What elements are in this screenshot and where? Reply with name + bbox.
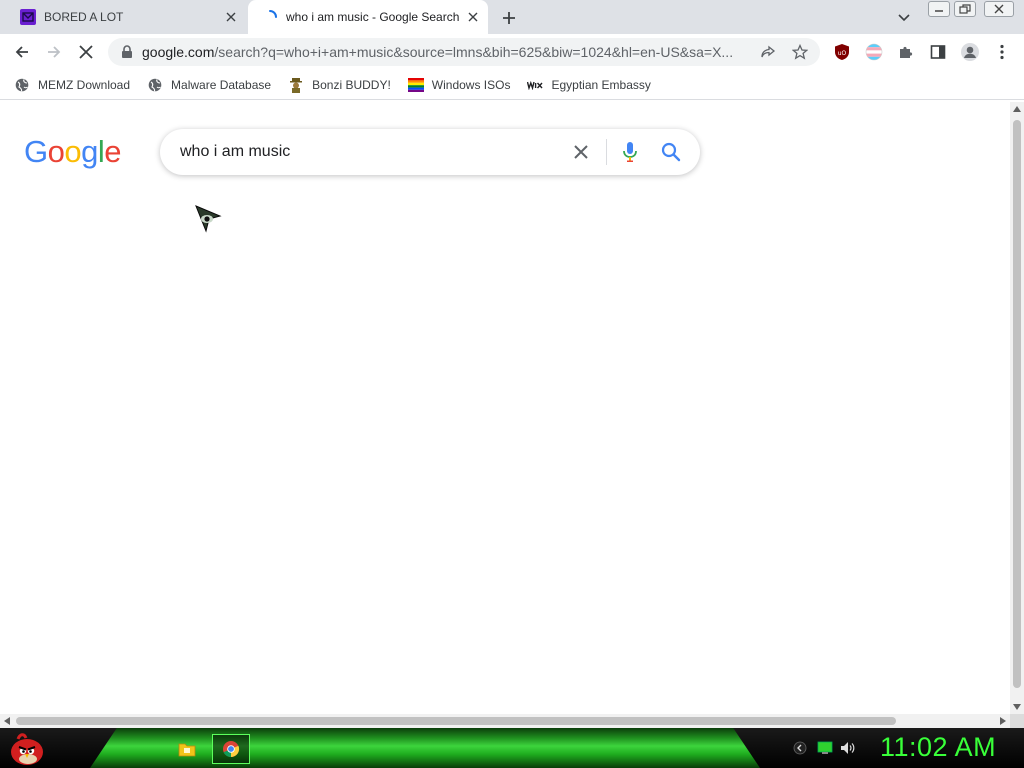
angry-bird-start-icon[interactable]	[6, 730, 46, 766]
arrow-left-icon	[15, 46, 28, 58]
minimize-icon	[935, 10, 943, 12]
bookmark-egyptian-embassy[interactable]: Egyptian Embassy	[527, 77, 651, 93]
browser-toolbar: google.com/search?q=who+i+am+music&sourc…	[0, 34, 1024, 70]
url-host: google.com	[142, 44, 215, 60]
folder-icon	[178, 743, 196, 757]
plus-icon	[503, 12, 515, 24]
search-submit-button[interactable]	[660, 141, 682, 163]
address-bar[interactable]: google.com/search?q=who+i+am+music&sourc…	[108, 38, 820, 66]
tab-title: BORED A LOT	[44, 10, 124, 24]
page-content: Google who i am music	[0, 102, 1010, 714]
bookmark-label: Windows ISOs	[431, 77, 511, 92]
ublock-extension-icon[interactable]: uO	[830, 40, 854, 64]
taskbar: 11:02 AM	[0, 728, 1024, 768]
close-icon	[574, 145, 588, 159]
globe-icon	[147, 77, 163, 93]
stop-loading-button[interactable]	[74, 40, 98, 64]
svg-text:uO: uO	[838, 50, 847, 57]
bookmark-malware-database[interactable]: Malware Database	[147, 77, 271, 93]
chevron-down-icon	[898, 14, 910, 22]
bookmark-memz-download[interactable]: MEMZ Download	[14, 77, 130, 93]
search-divider	[606, 139, 607, 165]
back-button[interactable]	[10, 40, 34, 64]
vertical-scrollbar[interactable]	[1010, 102, 1024, 714]
volume-icon[interactable]	[840, 740, 856, 756]
bookmark-label: MEMZ Download	[38, 77, 131, 92]
search-box[interactable]: who i am music	[160, 129, 700, 175]
url-path: /search?q=who+i+am+music&source=lmns&bih…	[214, 44, 734, 60]
forward-button[interactable]	[42, 40, 66, 64]
taskbar-clock[interactable]: 11:02 AM	[880, 732, 996, 763]
custom-cursor-icon	[195, 205, 222, 233]
arrow-right-icon	[48, 46, 61, 58]
microphone-icon	[623, 142, 637, 162]
bookmark-label: Egyptian Embassy	[551, 77, 651, 92]
more-menu-icon[interactable]	[990, 40, 1014, 64]
restore-button[interactable]	[954, 1, 976, 17]
wix-icon	[527, 77, 544, 93]
bonzi-icon	[288, 77, 304, 93]
taskbar-chrome[interactable]	[212, 734, 250, 764]
bookmark-bonzi-buddy[interactable]: Bonzi BUDDY!	[288, 77, 391, 93]
bookmark-label: Malware Database	[171, 77, 272, 92]
lock-icon[interactable]	[120, 45, 134, 59]
trans-flag-extension-icon[interactable]	[862, 40, 886, 64]
tab-title: who i am music - Google Search	[286, 10, 460, 24]
scroll-down-arrow-icon[interactable]	[1010, 700, 1024, 714]
tab-bored-a-lot[interactable]: BORED A LOT	[8, 0, 246, 34]
bookmark-star-icon[interactable]	[792, 44, 808, 60]
globe-icon	[14, 77, 30, 93]
tab-google-search[interactable]: who i am music - Google Search	[248, 0, 488, 34]
minimize-button[interactable]	[928, 1, 950, 17]
side-panel-icon[interactable]	[926, 40, 950, 64]
scroll-left-arrow-icon[interactable]	[0, 714, 14, 728]
share-icon[interactable]	[760, 44, 776, 60]
close-icon	[994, 4, 1004, 14]
window-close-button[interactable]	[984, 1, 1014, 17]
tab-search-button[interactable]	[895, 9, 913, 27]
scrollbar-thumb[interactable]	[1013, 120, 1021, 688]
chrome-icon	[223, 741, 240, 758]
google-logo[interactable]: Google	[24, 134, 122, 170]
taskbar-file-explorer[interactable]	[168, 734, 206, 764]
tab-strip: BORED A LOT who i am music - Google Sear…	[0, 0, 1024, 34]
clear-search-button[interactable]	[571, 142, 591, 162]
close-icon[interactable]	[222, 8, 240, 26]
restore-icon	[959, 4, 971, 14]
purple-mail-icon	[20, 9, 36, 25]
tray-show-hidden-icon[interactable]	[792, 740, 808, 756]
horizontal-scrollbar[interactable]	[0, 714, 1010, 728]
extensions-puzzle-icon[interactable]	[894, 40, 918, 64]
bookmarks-bar: MEMZ Download Malware Database Bonzi BUD…	[0, 70, 1024, 100]
bookmark-label: Bonzi BUDDY!	[312, 77, 391, 92]
close-icon[interactable]	[464, 8, 482, 26]
profile-avatar-icon[interactable]	[958, 40, 982, 64]
search-icon	[661, 142, 681, 162]
rainbow-flag-icon	[407, 77, 424, 93]
network-monitor-icon[interactable]	[817, 740, 833, 756]
close-icon	[79, 45, 93, 59]
new-tab-button[interactable]	[498, 7, 520, 29]
scrollbar-corner	[1010, 714, 1024, 728]
scrollbar-thumb[interactable]	[16, 717, 896, 725]
scroll-up-arrow-icon[interactable]	[1010, 102, 1024, 116]
loading-spinner-icon	[269, 10, 277, 18]
bookmark-windows-isos[interactable]: Windows ISOs	[407, 77, 511, 93]
scroll-right-arrow-icon[interactable]	[996, 714, 1010, 728]
url-text[interactable]: google.com/search?q=who+i+am+music&sourc…	[142, 44, 748, 60]
voice-search-button[interactable]	[620, 140, 640, 164]
